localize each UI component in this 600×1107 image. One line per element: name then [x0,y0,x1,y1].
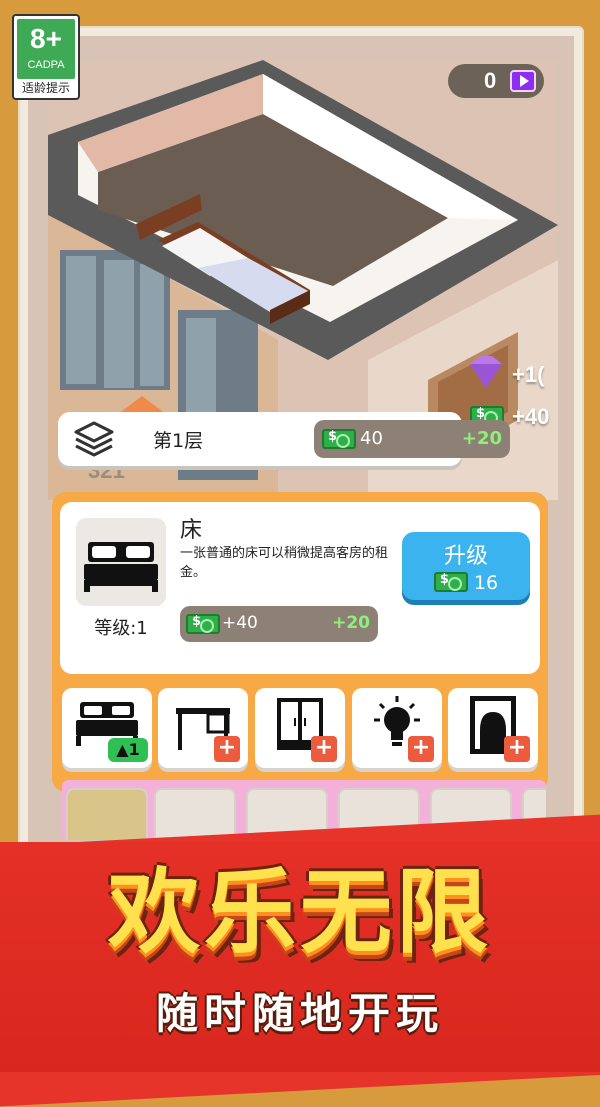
item-description: 一张普通的床可以稍微提高客房的租金。 [180,546,389,580]
room-thumbnail[interactable] [154,788,236,840]
promo-subline: 随时随地开玩 [155,989,444,1038]
item-income-bonus: +20 [332,613,370,633]
room-thumbnail[interactable] [66,788,148,840]
age-rating-caption: 适龄提示 [21,81,70,95]
item-level: 等级:1 [94,618,148,639]
layers-icon[interactable] [72,420,116,458]
diamond-counter[interactable]: 0 [448,64,544,98]
add-badge: + [408,736,434,762]
furniture-slot-desk[interactable]: + [158,688,248,768]
bed-icon [84,542,158,592]
item-info-card: 等级:1 床 一张普通的床可以稍微提高客房的租金。 +40 +20 升级 16 [60,502,540,674]
age-rating-badge: 8+ CADPA 适龄提示 [12,14,80,100]
add-badge: + [504,736,530,762]
floor-income-value: 40 [360,428,383,449]
floor-income: 40 +20 [314,420,510,458]
furniture-slot-mirror[interactable]: + [448,688,538,768]
diamond-icon [470,356,502,388]
floating-gem-reward: +1( [512,362,545,387]
age-rating-org: CADPA [27,59,65,71]
floating-cash-reward: +40 [512,404,550,429]
floor-income-bonus: +20 [461,428,502,449]
promo-headline: 欢乐无限 [107,859,492,966]
add-badge: + [311,736,337,762]
diamond-count: 0 [484,68,497,93]
upgrade-button[interactable]: 升级 16 [402,532,530,600]
cash-icon [322,429,356,449]
furniture-slot-wardrobe[interactable]: + [255,688,345,768]
item-name: 床 [180,518,203,543]
add-badge: + [214,736,240,762]
furniture-slot-bed[interactable]: ▲1 [62,688,152,768]
item-income: +40 +20 [180,606,378,642]
cash-icon [433,571,468,592]
item-income-value: +40 [222,613,258,633]
item-preview [76,518,166,606]
floor-label: 第1层 [153,430,204,452]
upgrade-label: 升级 [443,544,488,569]
floor-bar[interactable]: 第1层 40 +20 [58,412,510,466]
upgrade-cost: 16 [473,572,499,594]
level-badge: ▲1 [108,738,148,762]
age-rating-number: 8+ [30,23,62,54]
video-ad-icon[interactable] [510,70,536,92]
furniture-slot-lamp[interactable]: + [352,688,442,768]
cash-icon [186,614,220,634]
